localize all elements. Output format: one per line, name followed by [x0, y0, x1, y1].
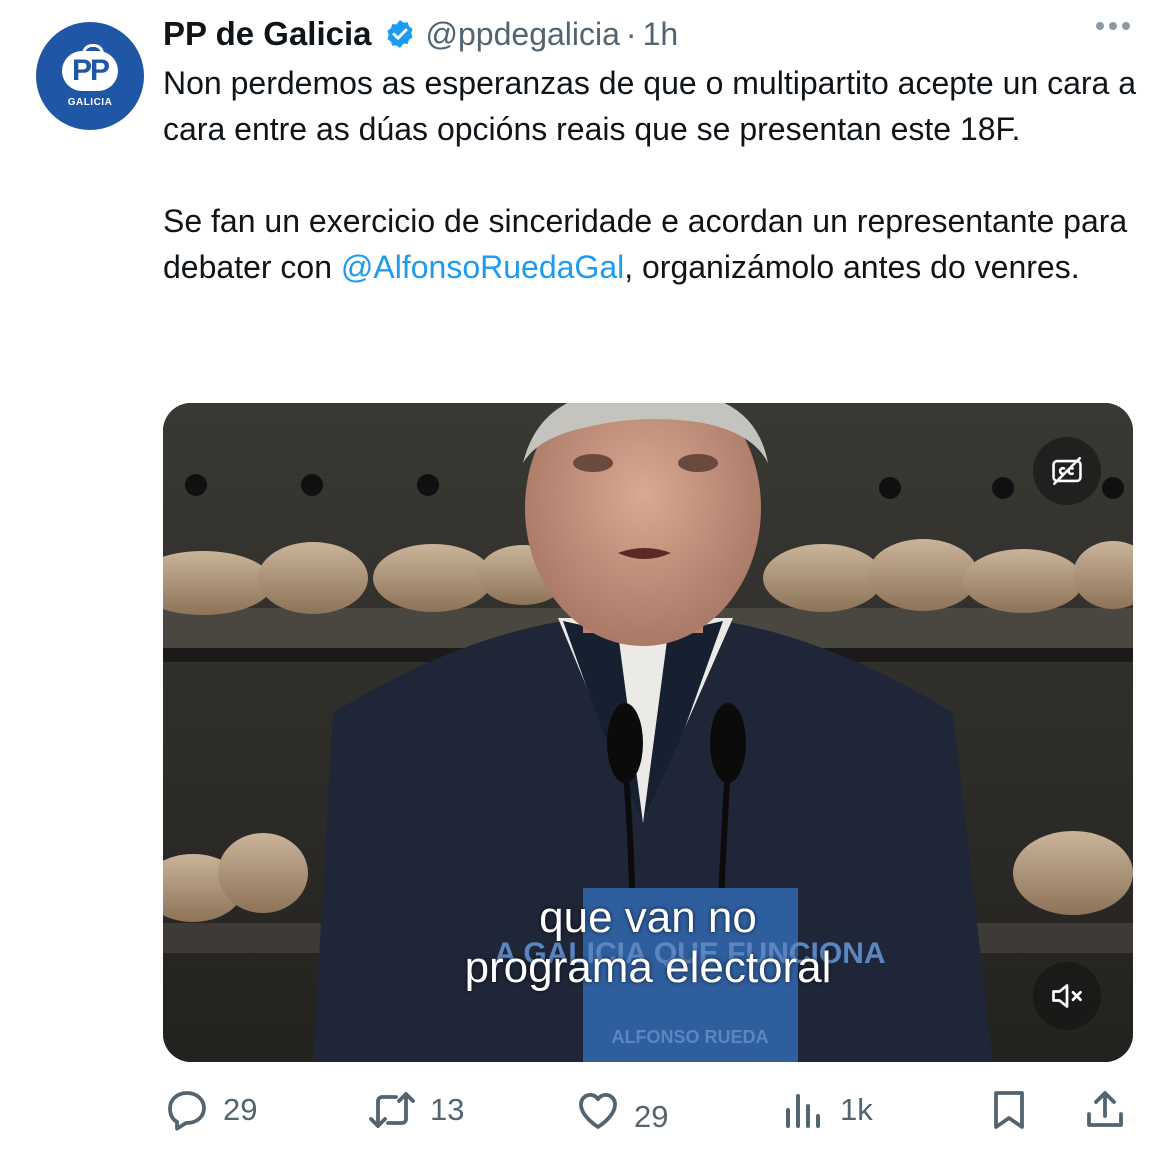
- reply-count: 29: [223, 1092, 258, 1127]
- repost-button[interactable]: 13: [366, 1080, 464, 1140]
- reply-icon: [168, 1091, 206, 1131]
- like-count: 29: [634, 1099, 669, 1134]
- separator-dot: ·: [625, 15, 637, 52]
- video-caption: que van no programa electoral: [163, 893, 1133, 993]
- closed-captions-off-icon[interactable]: [1033, 437, 1101, 505]
- timestamp[interactable]: 1h: [643, 16, 679, 53]
- author-handle[interactable]: @ppdegalicia: [426, 16, 620, 53]
- avatar-subtitle: GALICIA: [67, 96, 113, 108]
- repost-count: 13: [430, 1092, 465, 1127]
- caption-line-1: que van no: [539, 893, 757, 942]
- share-button[interactable]: [1081, 1080, 1129, 1140]
- more-options-icon[interactable]: [1096, 22, 1130, 30]
- action-bar: 29 13 29 1k: [163, 1080, 1133, 1140]
- tweet-header: PP de Galicia @ppdegalicia · 1h: [163, 12, 1130, 56]
- tweet[interactable]: PP GALICIA PP de Galicia @ppdegalicia · …: [0, 0, 1170, 1152]
- views-button[interactable]: 1k: [780, 1080, 873, 1140]
- caption-line-2: programa electoral: [464, 943, 832, 992]
- tweet-paragraph-1: Non perdemos as esperanzas de que o mult…: [163, 65, 1137, 147]
- avatar[interactable]: PP GALICIA: [36, 22, 144, 130]
- tweet-paragraph-2: Se fan un exercicio de sinceridade e aco…: [163, 198, 1143, 290]
- bookmark-button[interactable]: [985, 1080, 1033, 1140]
- paragraph-2-end: , organizámolo antes do venres.: [624, 249, 1080, 285]
- views-count: 1k: [840, 1092, 873, 1127]
- heart-icon: [579, 1092, 617, 1129]
- speaker-muted-icon[interactable]: [1033, 962, 1101, 1030]
- bookmark-icon: [994, 1091, 1024, 1129]
- mention-link[interactable]: @AlfonsoRuedaGal: [341, 249, 624, 285]
- verified-badge-icon: [386, 20, 413, 48]
- views-chart-icon: [786, 1094, 820, 1128]
- video-player[interactable]: A GALICIA QUE FUNCIONA ALFONSO RUEDA que…: [163, 403, 1133, 1062]
- repost-icon: [369, 1092, 415, 1128]
- tweet-text: Non perdemos as esperanzas de que o mult…: [163, 60, 1143, 290]
- podium-subtext: ALFONSO RUEDA: [612, 1027, 769, 1047]
- author-name[interactable]: PP de Galicia: [163, 15, 372, 53]
- share-icon: [1087, 1091, 1123, 1127]
- like-button[interactable]: 29: [574, 1080, 668, 1140]
- pp-logo: PP: [62, 43, 118, 91]
- reply-button[interactable]: 29: [163, 1080, 257, 1140]
